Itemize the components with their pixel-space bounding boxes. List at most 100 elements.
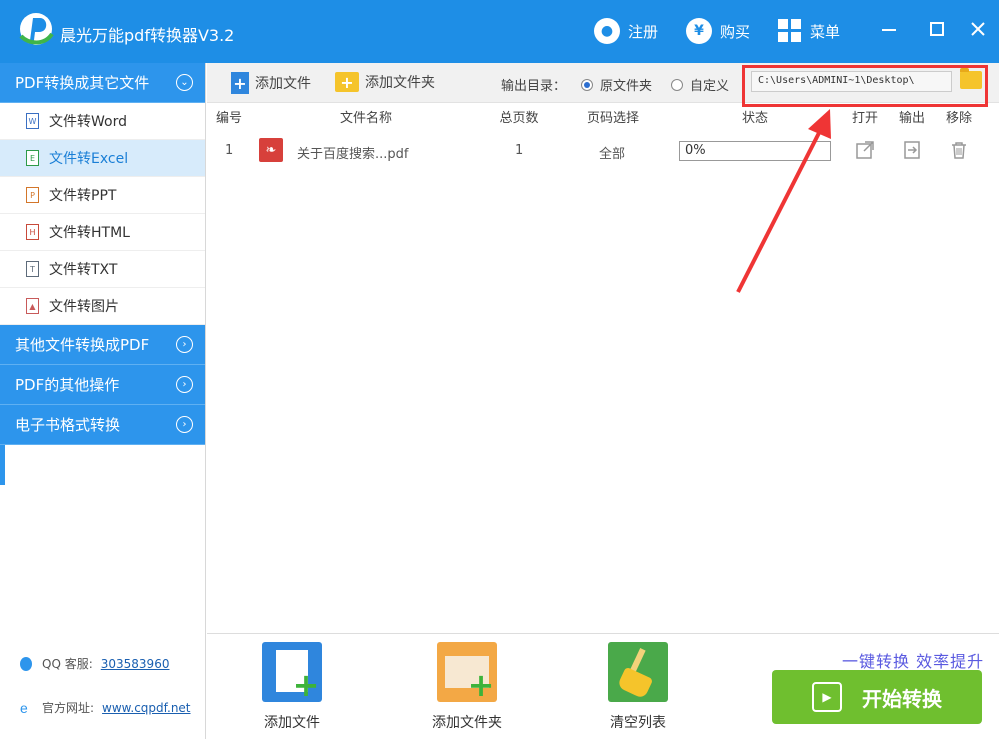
sidebar-item-label: 文件转图片	[49, 299, 119, 315]
maximize-icon	[930, 22, 944, 36]
html-file-icon: H	[26, 224, 39, 240]
register-button[interactable]: ● 注册	[594, 16, 658, 46]
radio-unselected-icon	[671, 78, 683, 91]
qq-contact: QQ 客服: 303583960	[18, 655, 169, 672]
open-external-icon[interactable]	[854, 139, 876, 161]
header-index: 编号	[215, 111, 243, 126]
sidebar-item-label: 文件转TXT	[49, 262, 118, 278]
annotation-arrow-icon	[736, 109, 831, 293]
output-dir-label: 输出目录：	[501, 79, 567, 94]
sidebar-item-txt[interactable]: T 文件转TXT	[0, 251, 205, 288]
minimize-icon	[882, 29, 896, 31]
buy-button[interactable]: ¥ 购买	[686, 16, 750, 46]
add-folder-button[interactable]: + 添加文件夹	[335, 72, 435, 92]
minimize-button[interactable]	[874, 16, 904, 42]
category-ebook[interactable]: 电子书格式转换 ›	[0, 405, 205, 445]
toolbar: + 添加文件 + 添加文件夹 输出目录： 原文件夹 自定义 C:\Users\A…	[207, 63, 999, 103]
chevron-right-icon: ›	[176, 376, 193, 393]
category-pdf-to-other[interactable]: PDF转换成其它文件 ⌄	[0, 63, 205, 103]
clear-list-button[interactable]: 清空列表	[583, 642, 693, 732]
app-logo-icon	[19, 13, 54, 48]
bottom-add-folder-button[interactable]: + 添加文件夹	[412, 642, 522, 732]
radio-selected-icon	[581, 78, 593, 91]
browse-folder-icon[interactable]	[960, 68, 982, 89]
user-add-icon: ●	[594, 18, 620, 44]
bottom-add-file-label: 添加文件	[264, 715, 320, 731]
txt-file-icon: T	[26, 261, 39, 277]
ie-icon: e	[20, 700, 28, 716]
category-label: 电子书格式转换	[15, 416, 121, 434]
category-other-to-pdf[interactable]: 其他文件转换成PDF ›	[0, 325, 205, 365]
start-convert-button[interactable]: ▶ 开始转换	[772, 670, 982, 724]
sidebar-item-excel[interactable]: E 文件转Excel	[0, 140, 205, 177]
clear-list-label: 清空列表	[610, 715, 666, 731]
slogan: 一键转换 效率提升	[842, 652, 985, 671]
header-filename: 文件名称	[339, 111, 393, 126]
add-folder-large-icon: +	[437, 642, 497, 702]
header-page-range: 页码选择	[586, 111, 640, 126]
sidebar-item-label: 文件转PPT	[49, 188, 117, 204]
output-folder-icon[interactable]	[901, 139, 923, 161]
header-output: 输出	[898, 111, 926, 126]
sidebar-item-label: 文件转Excel	[49, 151, 129, 167]
play-icon: ▶	[812, 682, 842, 712]
radio-original-folder[interactable]: 原文件夹	[581, 75, 652, 94]
add-folder-icon: +	[335, 72, 359, 92]
word-file-icon: W	[26, 113, 39, 129]
website-link[interactable]: www.cqpdf.net	[102, 701, 190, 715]
close-button[interactable]	[963, 16, 993, 42]
trash-icon[interactable]	[948, 139, 970, 161]
row-index: 1	[225, 143, 234, 158]
radio-label: 原文件夹	[600, 79, 653, 94]
sidebar-item-ppt[interactable]: P 文件转PPT	[0, 177, 205, 214]
sidebar: PDF转换成其它文件 ⌄ W 文件转Word E 文件转Excel P 文件转P…	[0, 63, 206, 739]
qq-link[interactable]: 303583960	[101, 657, 170, 671]
sidebar-item-word[interactable]: W 文件转Word	[0, 103, 205, 140]
header-pages: 总页数	[499, 111, 539, 126]
add-file-label: 添加文件	[255, 76, 311, 92]
qq-icon	[20, 656, 32, 671]
add-file-large-icon: +	[262, 642, 322, 702]
site-label: 官方网址:	[42, 701, 95, 715]
row-pages: 1	[515, 143, 524, 158]
sidebar-item-label: 文件转HTML	[49, 225, 130, 241]
app-title: 晨光万能pdf转换器V3.2	[60, 26, 235, 45]
header-open: 打开	[851, 111, 879, 126]
bottom-add-file-button[interactable]: + 添加文件	[237, 642, 347, 732]
category-label: 其他文件转换成PDF	[15, 336, 150, 354]
row-filename: 关于百度搜索...pdf	[297, 147, 409, 162]
chevron-right-icon: ›	[176, 416, 193, 433]
ppt-file-icon: P	[26, 187, 39, 203]
register-label: 注册	[628, 22, 659, 41]
sidebar-item-image[interactable]: ▲ 文件转图片	[0, 288, 205, 325]
website-contact: e 官方网址: www.cqpdf.net	[18, 699, 191, 716]
category-pdf-operations[interactable]: PDF的其他操作 ›	[0, 365, 205, 405]
sidebar-item-label: 文件转Word	[49, 114, 127, 130]
broom-icon	[608, 642, 668, 702]
chevron-right-icon: ›	[176, 336, 193, 353]
svg-text:e: e	[20, 700, 28, 716]
title-bar: 晨光万能pdf转换器V3.2 ● 注册 ¥ 购买 菜单	[0, 0, 999, 63]
radio-custom-folder[interactable]: 自定义	[671, 75, 729, 94]
add-file-icon: +	[231, 72, 249, 94]
output-path-field[interactable]: C:\Users\ADMINI~1\Desktop\	[751, 71, 952, 92]
sidebar-item-html[interactable]: H 文件转HTML	[0, 214, 205, 251]
bottom-add-folder-label: 添加文件夹	[432, 715, 502, 731]
image-file-icon: ▲	[26, 298, 39, 314]
radio-label: 自定义	[690, 79, 730, 94]
category-label: PDF转换成其它文件	[15, 74, 150, 92]
menu-button[interactable]: 菜单	[778, 16, 840, 46]
pdf-file-icon: ❧	[259, 138, 283, 162]
excel-file-icon: E	[26, 150, 39, 166]
close-icon	[971, 22, 985, 36]
grid-menu-icon	[778, 19, 801, 42]
add-folder-label: 添加文件夹	[365, 75, 435, 91]
add-file-button[interactable]: + 添加文件	[231, 72, 311, 94]
row-page-range[interactable]: 全部	[599, 143, 625, 162]
maximize-button[interactable]	[922, 16, 952, 42]
category-label: PDF的其他操作	[15, 376, 120, 394]
bottom-bar: + 添加文件 + 添加文件夹 清空列表 一键转换 效率提升 ▶ 开始转换	[207, 633, 999, 739]
table-header: 编号 文件名称 总页数 页码选择 状态 打开 输出 移除	[207, 104, 999, 126]
table-row[interactable]: 1 ❧ 关于百度搜索...pdf 1 全部 0%	[207, 135, 999, 167]
sidebar-strip	[0, 445, 5, 485]
